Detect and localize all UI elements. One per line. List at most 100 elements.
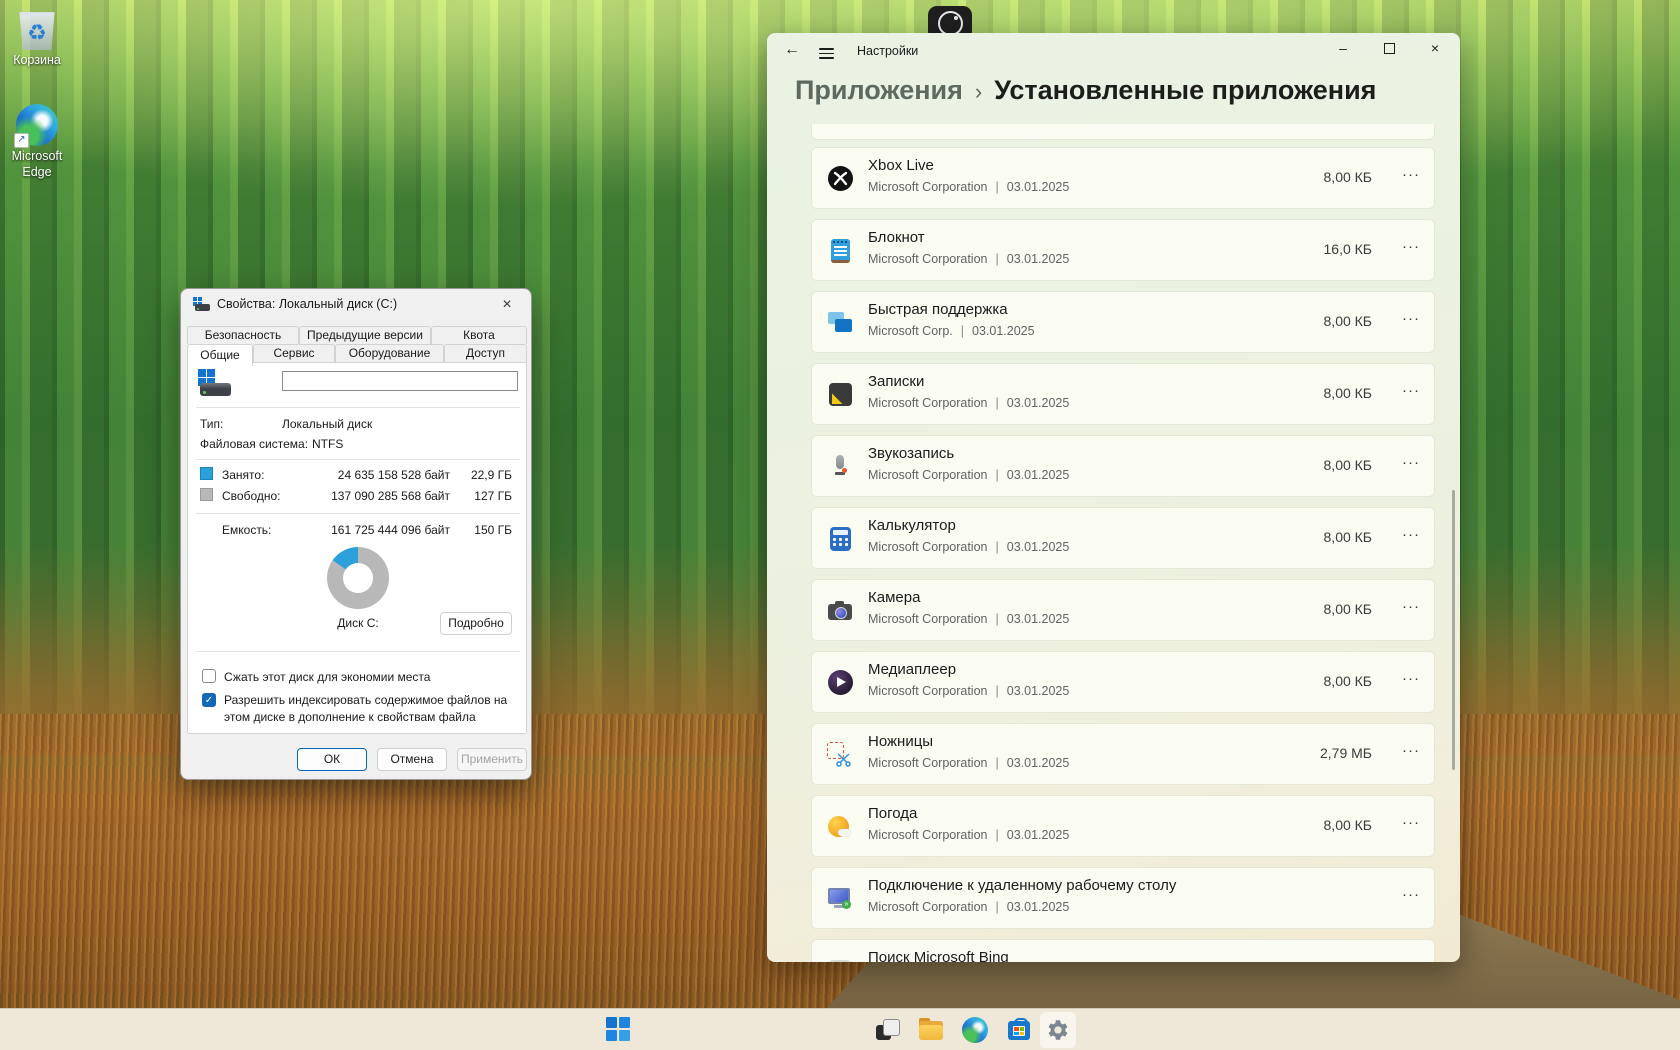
row-menu-button[interactable]: ···	[1402, 598, 1420, 615]
app-row-partial-top[interactable]	[811, 124, 1435, 140]
app-size: 2,79 МБ	[1320, 745, 1372, 761]
app-row[interactable]: Камера Microsoft Corporation|03.01.2025 …	[811, 579, 1435, 641]
details-button[interactable]: Подробно	[440, 612, 512, 635]
store-button[interactable]	[1006, 1017, 1032, 1043]
app-size: 8,00 КБ	[1324, 313, 1372, 329]
tab-hardware[interactable]: Оборудование	[335, 344, 444, 363]
row-menu-button[interactable]: ···	[1402, 526, 1420, 543]
app-row[interactable]: Записки Microsoft Corporation|03.01.2025…	[811, 363, 1435, 425]
free-size: 127 ГБ	[450, 489, 512, 503]
tab-previous-versions[interactable]: Предыдущие версии	[299, 326, 431, 344]
remote-desktop-icon: »	[826, 885, 854, 913]
app-row[interactable]: Поиск Microsoft Bing	[811, 939, 1435, 962]
disk-chart-label: Диск C:	[318, 616, 398, 630]
row-menu-button[interactable]: ···	[1402, 670, 1420, 687]
type-label: Тип:	[200, 417, 223, 431]
used-size: 22,9 ГБ	[450, 468, 512, 482]
app-name: Медиаплеер	[868, 661, 956, 678]
app-meta: Microsoft Corporation|03.01.2025	[868, 180, 1069, 194]
free-color-swatch	[200, 488, 213, 501]
row-menu-button[interactable]: ···	[1402, 310, 1420, 327]
app-meta: Microsoft Corporation|03.01.2025	[868, 252, 1069, 266]
app-row[interactable]: Ножницы Microsoft Corporation|03.01.2025…	[811, 723, 1435, 785]
app-name: Поиск Microsoft Bing	[868, 949, 1009, 962]
index-checkbox[interactable]: ✓	[202, 693, 216, 707]
shortcut-arrow-icon: ↗	[14, 133, 29, 148]
hamburger-menu-icon[interactable]	[819, 45, 834, 62]
compress-checkbox[interactable]	[202, 669, 216, 683]
capacity-label: Емкость:	[222, 523, 271, 537]
cancel-button[interactable]: Отмена	[377, 748, 447, 771]
app-row[interactable]: Xbox Live Microsoft Corporation|03.01.20…	[811, 147, 1435, 209]
app-size: 8,00 КБ	[1324, 169, 1372, 185]
app-size: 8,00 КБ	[1324, 601, 1372, 617]
app-row[interactable]: Погода Microsoft Corporation|03.01.2025 …	[811, 795, 1435, 857]
maximize-button[interactable]	[1369, 35, 1409, 61]
desktop-icon-label: Microsoft Edge	[2, 149, 72, 180]
row-menu-button[interactable]: ···	[1402, 166, 1420, 183]
tab-sharing[interactable]: Доступ	[444, 344, 527, 363]
app-row[interactable]: » Подключение к удаленному рабочему стол…	[811, 867, 1435, 929]
app-row[interactable]: Медиаплеер Microsoft Corporation|03.01.2…	[811, 651, 1435, 713]
sound-recorder-icon	[826, 453, 854, 481]
compress-checkbox-label: Сжать этот диск для экономии места	[224, 669, 518, 686]
row-menu-button[interactable]: ···	[1402, 382, 1420, 399]
row-menu-button[interactable]: ···	[1402, 814, 1420, 831]
scrollbar-thumb[interactable]	[1452, 490, 1455, 770]
app-row[interactable]: Калькулятор Microsoft Corporation|03.01.…	[811, 507, 1435, 569]
taskbar: РУС 17:22 03.01.2025 z	[0, 1008, 1680, 1050]
ok-button[interactable]: ОК	[297, 748, 367, 771]
start-button[interactable]	[606, 1017, 632, 1043]
apply-button[interactable]: Применить	[457, 748, 527, 771]
tab-general[interactable]: Общие	[187, 344, 253, 366]
used-color-swatch	[200, 467, 213, 480]
index-checkbox-label: Разрешить индексировать содержимое файло…	[224, 692, 520, 727]
app-meta: Microsoft Corporation|03.01.2025	[868, 396, 1069, 410]
app-row[interactable]: Блокнот Microsoft Corporation|03.01.2025…	[811, 219, 1435, 281]
settings-button[interactable]	[1040, 1012, 1076, 1048]
disk-usage-donut-chart	[327, 547, 389, 609]
app-meta: Microsoft Corporation|03.01.2025	[868, 540, 1069, 554]
app-name: Погода	[868, 805, 917, 822]
row-menu-button[interactable]: ···	[1402, 454, 1420, 471]
desktop: ♻ Корзина ↗ Microsoft Edge ← Настройки –…	[0, 0, 1680, 1050]
app-size: 8,00 КБ	[1324, 385, 1372, 401]
row-menu-button[interactable]: ···	[1402, 886, 1420, 903]
breadcrumb-parent[interactable]: Приложения	[795, 75, 963, 105]
row-menu-button[interactable]: ···	[1402, 238, 1420, 255]
app-name: Камера	[868, 589, 920, 606]
general-tab-panel: Тип: Локальный диск Файловая система: NT…	[187, 362, 527, 734]
app-size: 8,00 КБ	[1324, 673, 1372, 689]
tab-tools[interactable]: Сервис	[253, 344, 335, 363]
app-size: 16,0 КБ	[1324, 241, 1372, 257]
task-view-button[interactable]	[874, 1017, 900, 1043]
edge-button[interactable]	[962, 1017, 988, 1043]
close-button[interactable]: ×	[1415, 35, 1455, 61]
volume-label-input[interactable]	[282, 371, 518, 391]
weather-icon	[826, 813, 854, 841]
desktop-icon-edge[interactable]: ↗ Microsoft Edge	[0, 104, 74, 180]
filesystem-value: NTFS	[312, 437, 343, 451]
tab-quota[interactable]: Квота	[431, 326, 527, 344]
capacity-bytes: 161 725 444 096 байт	[310, 523, 450, 537]
desktop-icon-recycle-bin[interactable]: ♻ Корзина	[0, 8, 74, 69]
settings-window: ← Настройки – × Приложения›Установленные…	[767, 33, 1460, 962]
dialog-title: Свойства: Локальный диск (C:)	[217, 297, 397, 311]
file-explorer-button[interactable]	[918, 1017, 944, 1043]
app-row[interactable]: Быстрая поддержка Microsoft Corp.|03.01.…	[811, 291, 1435, 353]
row-menu-button[interactable]: ···	[1402, 742, 1420, 759]
used-bytes: 24 635 158 528 байт	[310, 468, 450, 482]
back-button[interactable]: ←	[784, 41, 800, 59]
app-row[interactable]: Звукозапись Microsoft Corporation|03.01.…	[811, 435, 1435, 497]
maximize-icon	[1384, 43, 1395, 54]
minimize-button[interactable]: –	[1323, 35, 1363, 61]
app-meta: Microsoft Corp.|03.01.2025	[868, 324, 1035, 338]
app-meta: Microsoft Corporation|03.01.2025	[868, 684, 1069, 698]
edge-icon	[962, 1017, 988, 1043]
dialog-close-button[interactable]: ×	[493, 291, 521, 319]
recycle-bin-icon: ♻	[17, 8, 57, 50]
tab-security[interactable]: Безопасность	[187, 326, 299, 344]
disk-small-icon	[193, 297, 211, 311]
divider	[196, 651, 520, 652]
capacity-size: 150 ГБ	[450, 523, 512, 537]
